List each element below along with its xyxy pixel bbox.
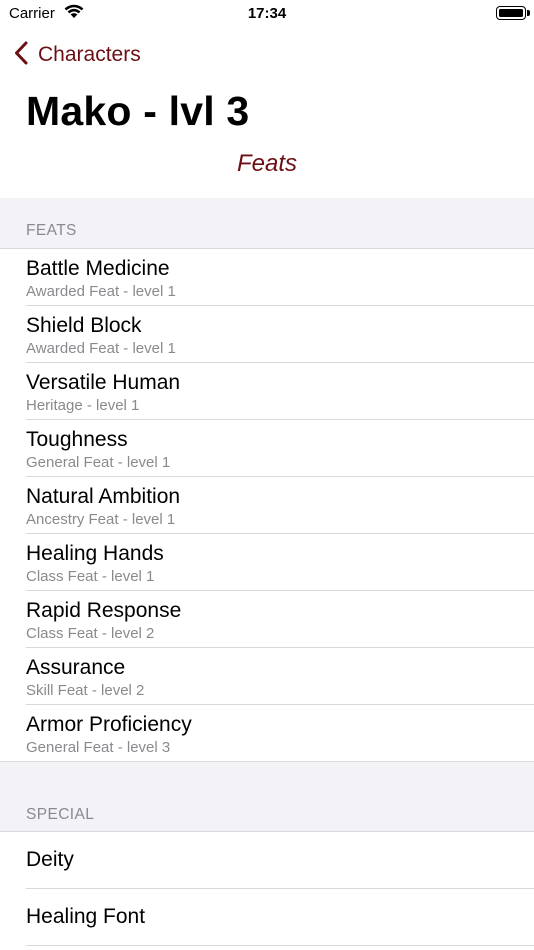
feat-row-healing-hands[interactable]: Healing Hands Class Feat - level 1 [0,534,534,591]
back-button[interactable]: Characters [14,40,141,70]
feat-name: Toughness [26,428,128,451]
feat-row-assurance[interactable]: Assurance Skill Feat - level 2 [0,648,534,705]
battery-tip [527,10,530,16]
back-button-label: Characters [38,43,141,66]
feats-section-header: FEATS [26,222,77,239]
feat-name: Armor Proficiency [26,713,192,736]
feat-row-versatile-human[interactable]: Versatile Human Heritage - level 1 [0,363,534,420]
special-item-name: Deity [26,848,74,871]
special-item-name: Healing Font [26,905,146,928]
feat-detail: Skill Feat - level 2 [26,682,145,699]
page-subtitle: Feats [236,150,298,177]
page-title: Mako - lvl 3 [26,88,250,134]
feat-row-rapid-response[interactable]: Rapid Response Class Feat - level 2 [0,591,534,648]
feat-detail: Awarded Feat - level 1 [26,283,176,300]
feat-name: Battle Medicine [26,257,170,280]
feat-name: Rapid Response [26,599,182,622]
clock-time: 17:34 [247,5,287,22]
feat-row-battle-medicine[interactable]: Battle Medicine Awarded Feat - level 1 [0,249,534,306]
feats-section-background [0,198,534,248]
row-separator [26,945,534,946]
special-row-deity[interactable]: Deity [0,832,534,889]
feat-name: Natural Ambition [26,485,181,508]
feat-detail: Class Feat - level 2 [26,625,155,642]
feats-list: Battle Medicine Awarded Feat - level 1 S… [0,249,534,762]
feat-detail: Ancestry Feat - level 1 [26,511,176,528]
feat-detail: General Feat - level 3 [26,739,171,756]
feat-detail: Heritage - level 1 [26,397,140,414]
feat-detail: Class Feat - level 1 [26,568,155,585]
battery-icon [496,6,526,20]
feat-name: Versatile Human [26,371,181,394]
special-row-healing-font[interactable]: Healing Font [0,889,534,946]
feat-detail: General Feat - level 1 [26,454,171,471]
status-bar: Carrier 17:34 [0,0,534,28]
special-section-header: SPECIAL [26,806,95,823]
feat-row-natural-ambition[interactable]: Natural Ambition Ancestry Feat - level 1 [0,477,534,534]
special-list: Deity Healing Font [0,832,534,946]
feat-row-shield-block[interactable]: Shield Block Awarded Feat - level 1 [0,306,534,363]
feat-name: Assurance [26,656,126,679]
chevron-left-icon [14,41,28,70]
feat-name: Healing Hands [26,542,164,565]
feat-detail: Awarded Feat - level 1 [26,340,176,357]
feat-row-armor-proficiency[interactable]: Armor Proficiency General Feat - level 3 [0,705,534,762]
feat-name: Shield Block [26,314,142,337]
feat-row-toughness[interactable]: Toughness General Feat - level 1 [0,420,534,477]
